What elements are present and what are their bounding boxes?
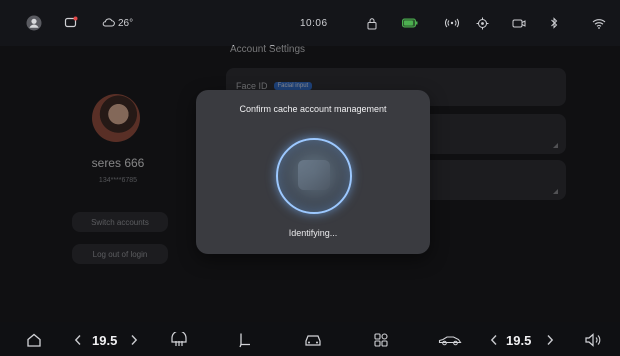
status-bar: 26° 10:06	[0, 0, 620, 46]
face-scan-icon	[276, 138, 352, 214]
location-icon	[476, 14, 489, 32]
left-temp-value: 19.5	[92, 332, 118, 348]
rear-defrost-icon[interactable]	[170, 331, 188, 349]
bottom-dock: 19.5 19.5	[0, 322, 620, 356]
dialog-title: Confirm cache account management	[239, 104, 387, 114]
face-verification-dialog: Confirm cache account management Identif…	[196, 90, 430, 254]
left-temp-decrease-icon[interactable]	[74, 331, 82, 349]
user-icon[interactable]	[26, 14, 42, 32]
signal-wave-icon	[444, 14, 460, 32]
app-grid-icon[interactable]	[374, 331, 388, 349]
camera-icon	[512, 14, 526, 32]
face-preview	[298, 160, 330, 190]
wifi-icon	[592, 14, 606, 32]
car-front-icon[interactable]	[304, 331, 322, 349]
left-temp-increase-icon[interactable]	[130, 331, 138, 349]
right-temp-value: 19.5	[506, 332, 532, 348]
lock-icon[interactable]	[366, 14, 378, 32]
battery-icon	[402, 14, 418, 32]
home-icon[interactable]	[26, 331, 42, 349]
right-temp-decrease-icon[interactable]	[490, 331, 498, 349]
identifying-status: Identifying...	[288, 228, 338, 238]
weather-temp: 26°	[118, 17, 134, 29]
weather-widget[interactable]: 26°	[102, 14, 133, 32]
right-temp-increase-icon[interactable]	[546, 331, 554, 349]
message-icon[interactable]	[64, 14, 78, 32]
clock-time: 10:06	[300, 17, 328, 29]
bluetooth-icon	[550, 14, 558, 32]
volume-icon[interactable]	[584, 331, 602, 349]
car-side-icon[interactable]	[438, 331, 462, 349]
seat-icon[interactable]	[238, 331, 252, 349]
cloud-icon	[102, 17, 115, 30]
